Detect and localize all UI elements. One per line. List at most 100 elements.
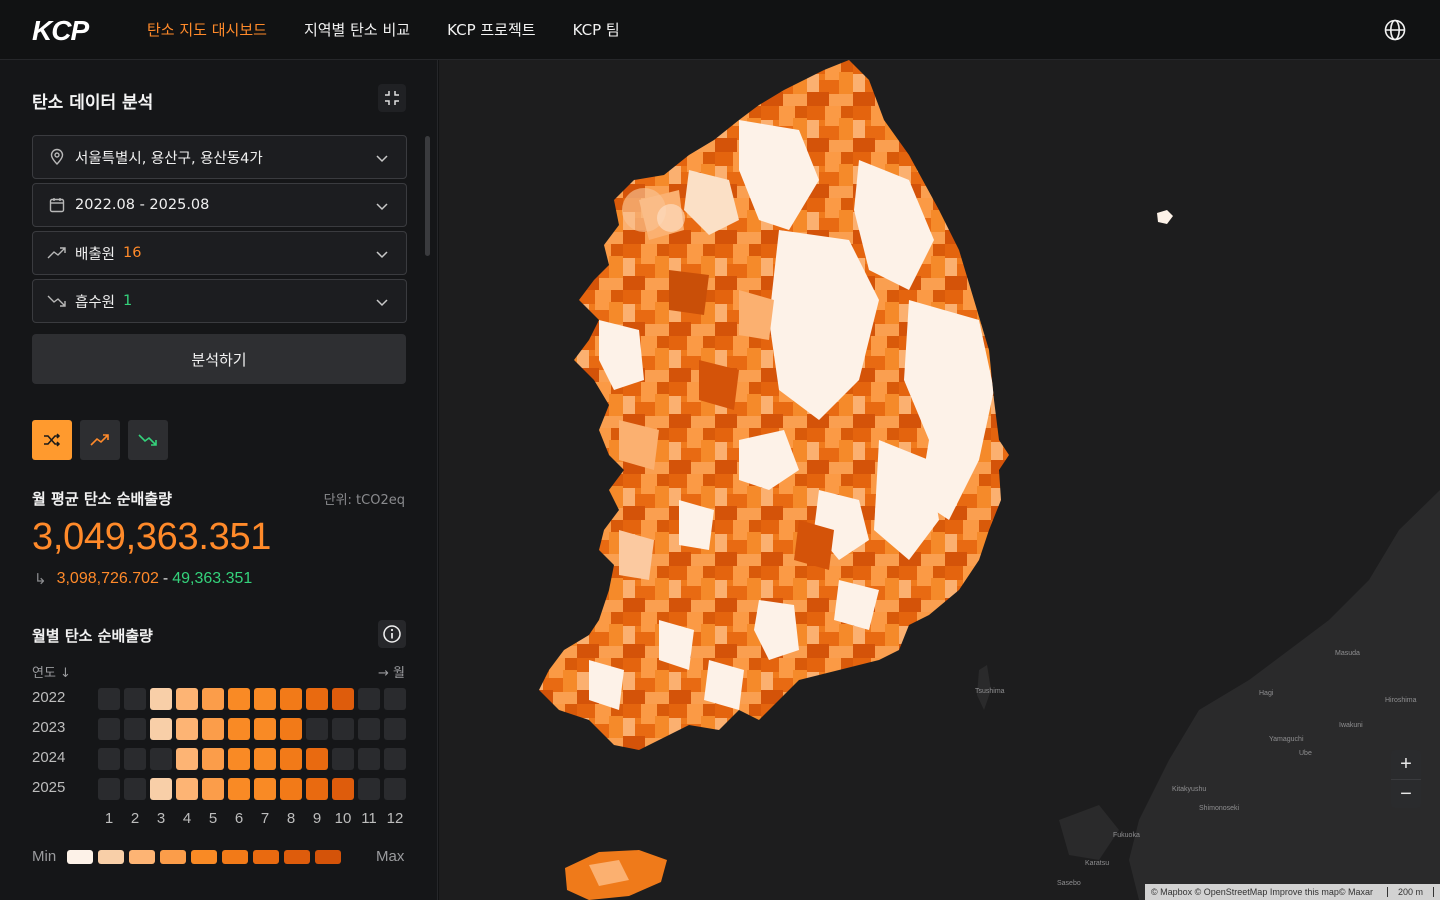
heatmap-year-label: 2024 [32, 749, 66, 766]
heatmap-cell[interactable] [306, 688, 328, 710]
shuffle-icon [44, 433, 61, 447]
kcp-logo[interactable]: KCP [32, 17, 89, 45]
heatmap-cell[interactable] [150, 778, 172, 800]
heatmap-cell[interactable] [384, 688, 406, 710]
legend-swatch [67, 850, 93, 864]
chevron-down-icon [376, 299, 388, 307]
collapse-icon [385, 91, 399, 105]
heatmap-cell[interactable] [124, 688, 146, 710]
zoom-in-button[interactable]: + [1391, 750, 1421, 779]
map-canvas[interactable] [439, 60, 1440, 900]
heatmap-cell[interactable] [280, 688, 302, 710]
analyze-button[interactable]: 분석하기 [32, 334, 406, 384]
collapse-panel-button[interactable] [378, 84, 406, 112]
heatmap-cell[interactable] [98, 778, 120, 800]
legend-swatch [191, 850, 217, 864]
heatmap-cell[interactable] [124, 748, 146, 770]
breakdown-separator: - [162, 570, 169, 587]
heatmap-cell[interactable] [306, 718, 328, 740]
heatmap-cell[interactable] [176, 688, 198, 710]
heatmap-cell[interactable] [358, 718, 380, 740]
heatmap-cell[interactable] [202, 748, 224, 770]
heatmap-cell[interactable] [254, 748, 276, 770]
heatmap-cell[interactable] [228, 688, 250, 710]
absorption-sources-select[interactable]: 흡수원 1 [32, 279, 407, 323]
heatmap-cell[interactable] [98, 748, 120, 770]
heatmap-cell[interactable] [254, 718, 276, 740]
heatmap-cell[interactable] [254, 778, 276, 800]
heatmap-cell[interactable] [358, 688, 380, 710]
nav-kcp-project[interactable]: KCP 프로젝트 [447, 20, 536, 40]
legend-swatch [98, 850, 124, 864]
heatmap-cell[interactable] [150, 748, 172, 770]
scale-bar: 200 m [1386, 887, 1434, 897]
legend-swatch [129, 850, 155, 864]
sidebar-scrollbar[interactable] [425, 136, 430, 256]
map-label-yamaguchi: Yamaguchi [1269, 736, 1304, 743]
heatmap-cell[interactable] [202, 778, 224, 800]
heatmap-cell[interactable] [280, 748, 302, 770]
zoom-controls: + − [1391, 750, 1421, 808]
mode-net-button[interactable] [32, 420, 72, 460]
nav-kcp-team[interactable]: KCP 팀 [573, 20, 620, 40]
ulleungdo-island [1157, 210, 1173, 224]
attribution-text[interactable]: © Mapbox © OpenStreetMap Improve this ma… [1151, 887, 1373, 897]
top-navigation-bar: KCP 탄소 지도 대시보드 지역별 탄소 비교 KCP 프로젝트 KCP 팀 [0, 0, 1440, 60]
mode-emission-button[interactable] [80, 420, 120, 460]
heatmap-cell[interactable] [384, 718, 406, 740]
heatmap-cell[interactable] [358, 748, 380, 770]
heatmap-month-label: 4 [182, 810, 192, 827]
korea-choropleth [539, 60, 1009, 750]
heatmap-cell[interactable] [358, 778, 380, 800]
map-label-fukuoka: Fukuoka [1113, 832, 1140, 839]
heatmap-cell[interactable] [228, 718, 250, 740]
heatmap-cell[interactable] [202, 688, 224, 710]
carbon-map[interactable]: Hiroshima Fukuoka Yamaguchi Kitakyushu S… [439, 60, 1440, 900]
heatmap-cell[interactable] [150, 688, 172, 710]
nav-regional-comparison[interactable]: 지역별 탄소 비교 [304, 20, 410, 40]
legend-swatch [284, 850, 310, 864]
heatmap-cell[interactable] [306, 778, 328, 800]
heatmap-cell[interactable] [124, 778, 146, 800]
heatmap-cell[interactable] [280, 718, 302, 740]
legend-max-label: Max [376, 848, 405, 865]
heatmap-cell[interactable] [124, 718, 146, 740]
heatmap-cell[interactable] [176, 778, 198, 800]
heatmap-cell[interactable] [176, 748, 198, 770]
mode-absorption-button[interactable] [128, 420, 168, 460]
heatmap-cell[interactable] [280, 778, 302, 800]
map-label-sasebo: Sasebo [1057, 880, 1081, 887]
year-axis-label: 연도 ↓ [32, 666, 71, 681]
map-attribution: © Mapbox © OpenStreetMap Improve this ma… [1145, 884, 1440, 900]
nav-carbon-map-dashboard[interactable]: 탄소 지도 대시보드 [147, 20, 267, 40]
heatmap-cell[interactable] [176, 718, 198, 740]
heatmap-cell[interactable] [332, 688, 354, 710]
chevron-down-icon [376, 203, 388, 211]
heatmap-year-label: 2022 [32, 689, 66, 706]
heatmap-month-label: 9 [312, 810, 322, 827]
heatmap-cell[interactable] [306, 748, 328, 770]
location-select[interactable]: 서울특별시, 용산구, 용산동4가 [32, 135, 407, 179]
heatmap-cell[interactable] [202, 718, 224, 740]
heatmap-cell[interactable] [332, 718, 354, 740]
heatmap-cell[interactable] [98, 718, 120, 740]
heatmap-cell[interactable] [332, 748, 354, 770]
globe-icon[interactable] [1384, 19, 1406, 41]
heatmap-cell[interactable] [254, 688, 276, 710]
emission-total: 3,098,726.702 [56, 570, 159, 587]
emission-sources-select[interactable]: 배출원 16 [32, 231, 407, 275]
heatmap-cell[interactable] [384, 778, 406, 800]
period-select[interactable]: 2022.08 - 2025.08 [32, 183, 407, 227]
heatmap-cell[interactable] [228, 778, 250, 800]
info-button[interactable] [378, 620, 406, 648]
heatmap-cell[interactable] [228, 748, 250, 770]
heatmap-cell[interactable] [384, 748, 406, 770]
heatmap-cell[interactable] [98, 688, 120, 710]
zoom-out-button[interactable]: − [1391, 779, 1421, 808]
legend-swatch [315, 850, 341, 864]
info-icon [383, 625, 401, 643]
heatmap-cell[interactable] [150, 718, 172, 740]
return-arrow-icon: ↳ [34, 571, 47, 588]
legend-swatch [222, 850, 248, 864]
heatmap-cell[interactable] [332, 778, 354, 800]
